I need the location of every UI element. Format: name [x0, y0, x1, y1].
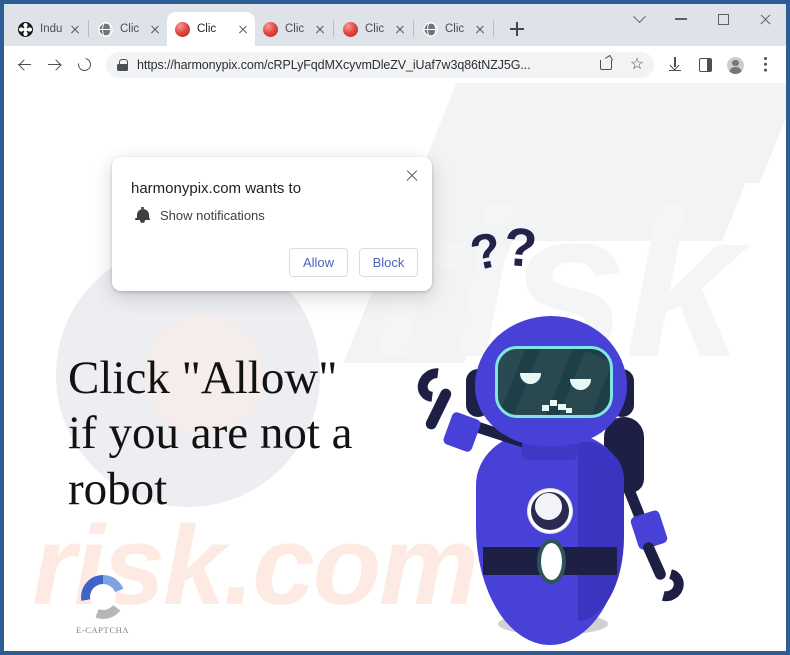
star-glyph: ☆	[629, 55, 645, 73]
tab-close-icon[interactable]	[235, 21, 251, 37]
tab-close-icon[interactable]	[67, 21, 83, 37]
side-panel-icon[interactable]	[690, 50, 720, 80]
tab-title: Clic	[197, 23, 217, 35]
tab-close-icon[interactable]	[472, 21, 488, 37]
tab-close-icon[interactable]	[147, 21, 163, 37]
url-full: https://harmonypix.com/cRPLyFqdMXcyvmDle…	[137, 57, 531, 72]
robot-left-eye	[520, 373, 541, 384]
globe-icon	[98, 21, 113, 37]
notification-permission-dialog: harmonypix.com wants to Show notificatio…	[112, 157, 432, 291]
tab-title: Clic	[445, 23, 465, 35]
block-button[interactable]: Block	[359, 248, 418, 277]
dialog-title: harmonypix.com wants to	[131, 180, 302, 197]
tab-title: Indu	[40, 23, 63, 35]
page-viewport: risk risk.com ? ? Click "Allow" if you a…	[4, 83, 786, 651]
download-icon[interactable]	[660, 50, 690, 80]
tab-close-icon[interactable]	[312, 21, 328, 37]
tab-separator	[333, 20, 334, 37]
lock-icon	[117, 58, 128, 71]
tab-title: Clic	[285, 23, 305, 35]
maximize-button[interactable]	[702, 4, 744, 34]
tab-search-button[interactable]	[618, 4, 660, 34]
minimize-button[interactable]	[660, 4, 702, 34]
bookmark-star-icon[interactable]: ☆	[622, 50, 652, 80]
share-icon[interactable]	[592, 50, 622, 80]
browser-tab-5[interactable]: Clic	[335, 12, 412, 46]
page-headline: Click "Allow" if you are not a robot	[68, 351, 398, 517]
headline-line-2: if you are not a	[68, 407, 353, 460]
new-tab-button[interactable]	[503, 15, 531, 43]
robot-chest-button	[528, 489, 572, 533]
reload-button[interactable]	[70, 50, 100, 80]
dialog-permission-text: Show notifications	[160, 208, 265, 223]
tab-strip: Indu Clic Clic Clic Clic Clic	[4, 4, 786, 46]
more-menu-icon[interactable]	[750, 50, 780, 80]
question-mark-icon: ?	[501, 216, 540, 280]
film-reel-icon	[18, 21, 33, 37]
captcha-label: E-CAPTCHA	[76, 625, 130, 635]
address-bar[interactable]: https://harmonypix.com/cRPLyFqdMXcyvmDle…	[106, 50, 654, 80]
question-mark-icon: ?	[465, 222, 507, 282]
window-controls	[618, 4, 786, 34]
e-captcha-logo: E-CAPTCHA	[76, 575, 129, 635]
robot-mouth	[542, 400, 572, 413]
tab-separator	[88, 20, 89, 37]
browser-toolbar: https://harmonypix.com/cRPLyFqdMXcyvmDle…	[4, 46, 786, 83]
red-sphere-icon	[263, 21, 278, 37]
background-shape	[509, 83, 786, 183]
allow-button[interactable]: Allow	[289, 248, 348, 277]
forward-button[interactable]	[40, 50, 70, 80]
dialog-close-icon[interactable]	[402, 166, 422, 186]
tab-title: Clic	[120, 23, 140, 35]
captcha-c-icon	[80, 575, 125, 619]
browser-tab-4[interactable]: Clic	[255, 12, 332, 46]
browser-tab-6[interactable]: Clic	[415, 12, 492, 46]
tab-separator	[413, 20, 414, 37]
robot-visor-face	[495, 346, 613, 418]
tab-close-icon[interactable]	[392, 21, 408, 37]
tab-title: Clic	[365, 23, 385, 35]
headline-line-1: Click "Allow"	[68, 352, 338, 404]
dialog-buttons: Allow Block	[289, 248, 418, 277]
tab-separator	[493, 20, 494, 37]
bell-icon	[135, 206, 150, 223]
back-button[interactable]	[10, 50, 40, 80]
robot-right-eye	[570, 379, 591, 390]
robot-buckle	[537, 539, 566, 584]
browser-tab-3-active[interactable]: Clic	[167, 12, 255, 46]
url-text: https://harmonypix.com/cRPLyFqdMXcyvmDle…	[137, 58, 592, 72]
browser-tab-2[interactable]: Clic	[90, 12, 167, 46]
headline-line-3: robot	[68, 462, 168, 515]
robot-body-shading	[578, 441, 624, 621]
browser-window: Indu Clic Clic Clic Clic Clic https://ha…	[0, 0, 790, 655]
red-sphere-icon	[175, 21, 190, 37]
profile-avatar-icon[interactable]	[720, 50, 750, 80]
red-sphere-icon	[343, 21, 358, 37]
globe-icon	[423, 21, 438, 37]
close-window-button[interactable]	[744, 4, 786, 34]
browser-tab-1[interactable]: Indu	[10, 12, 87, 46]
